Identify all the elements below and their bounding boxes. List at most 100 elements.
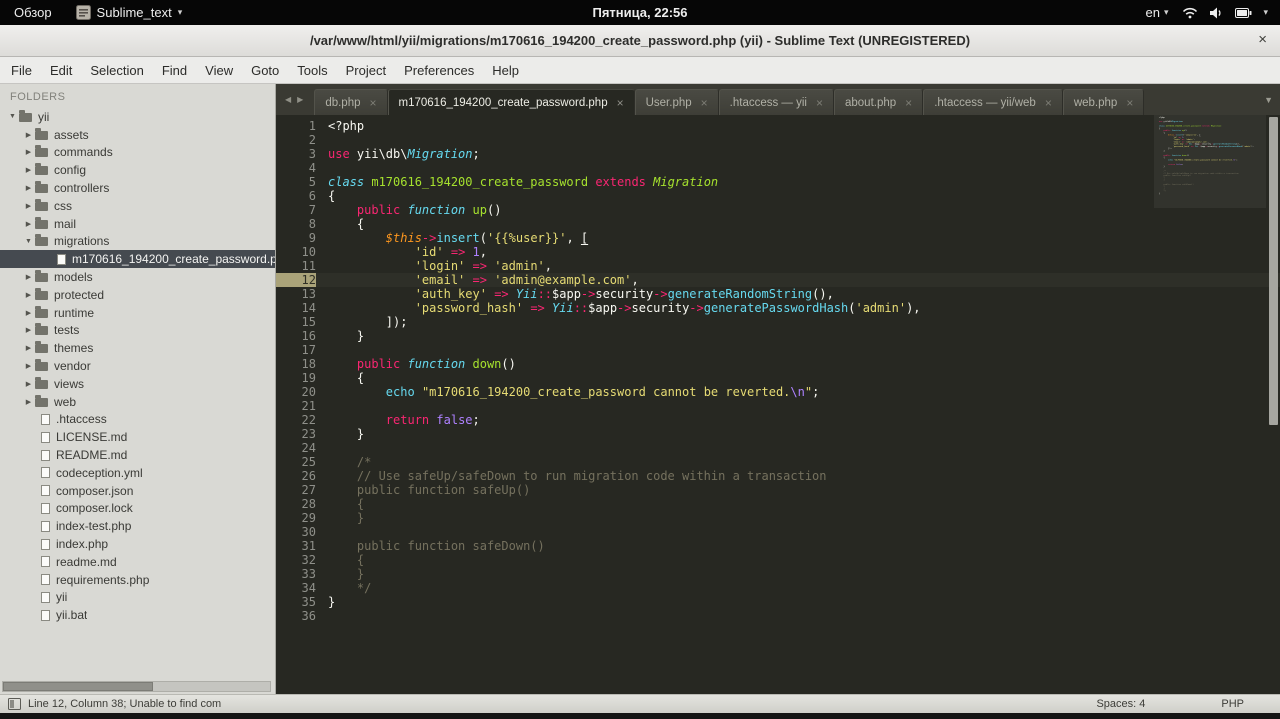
indentation-status[interactable]: Spaces: 4: [1096, 698, 1145, 710]
window-titlebar[interactable]: /var/www/html/yii/migrations/m170616_194…: [0, 25, 1280, 57]
clock[interactable]: Пятница, 22:56: [593, 5, 688, 20]
chevron-right-icon[interactable]: ▶: [22, 202, 35, 210]
code-line-23[interactable]: 23 }: [276, 427, 1280, 441]
sidebar-file-index-php[interactable]: index.php: [0, 535, 275, 553]
sidebar-file-composer-lock[interactable]: composer.lock: [0, 500, 275, 518]
code-line-6[interactable]: 6{: [276, 189, 1280, 203]
tab-db-php[interactable]: db.php ×: [314, 89, 388, 115]
sidebar-folder-models[interactable]: ▶ models: [0, 268, 275, 286]
sidebar-folder-mail[interactable]: ▶ mail: [0, 215, 275, 233]
code-line-26[interactable]: 26 // Use safeUp/safeDown to run migrati…: [276, 469, 1280, 483]
sidebar-folder-tests[interactable]: ▶ tests: [0, 322, 275, 340]
editor-vertical-scrollbar[interactable]: [1267, 115, 1280, 694]
tab-close-icon[interactable]: ×: [1126, 97, 1133, 109]
menu-file[interactable]: File: [2, 63, 41, 78]
code-line-15[interactable]: 15 ]);: [276, 315, 1280, 329]
sidebar-folder-views[interactable]: ▶ views: [0, 375, 275, 393]
code-line-12[interactable]: 12 'email' => 'admin@example.com',: [276, 273, 1280, 287]
minimap[interactable]: <?php use yii\db\Migration; class m170616_…: [1154, 115, 1266, 694]
code-line-27[interactable]: 27 public function safeUp(): [276, 483, 1280, 497]
chevron-down-icon[interactable]: ▾: [1263, 7, 1268, 18]
menu-goto[interactable]: Goto: [242, 63, 288, 78]
chevron-right-icon[interactable]: ▶: [22, 273, 35, 281]
code-area[interactable]: 1 <?php 2 3 use yii\db\Migration; 4 5 class m17…: [276, 115, 1280, 623]
sidebar-file-readme-md[interactable]: README.md: [0, 446, 275, 464]
tab-web-php[interactable]: web.php ×: [1062, 89, 1145, 115]
sidebar-file-yii-bat[interactable]: yii.bat: [0, 606, 275, 624]
chevron-right-icon[interactable]: ▶: [22, 309, 35, 317]
code-line-30[interactable]: 30: [276, 525, 1280, 539]
tab-close-icon[interactable]: ×: [701, 97, 708, 109]
code-line-16[interactable]: 16 }: [276, 329, 1280, 343]
sidebar-file-yii[interactable]: yii: [0, 589, 275, 607]
sidebar-file-readme-md[interactable]: readme.md: [0, 553, 275, 571]
sidebar-file-license-md[interactable]: LICENSE.md: [0, 428, 275, 446]
sidebar-file-codeception-yml[interactable]: codeception.yml: [0, 464, 275, 482]
scrollbar-handle[interactable]: [1269, 117, 1278, 425]
sidebar-folder-css[interactable]: ▶ css: [0, 197, 275, 215]
sidebar-file-composer-json[interactable]: composer.json: [0, 482, 275, 500]
sidebar-folder-runtime[interactable]: ▶ runtime: [0, 304, 275, 322]
menu-project[interactable]: Project: [337, 63, 395, 78]
menu-tools[interactable]: Tools: [288, 63, 336, 78]
tab-close-icon[interactable]: ×: [905, 97, 912, 109]
code-line-9[interactable]: 9 $this->insert('{{%user}}', [: [276, 231, 1280, 245]
chevron-right-icon[interactable]: ▶: [22, 380, 35, 388]
code-line-13[interactable]: 13 'auth_key' => Yii::$app->security->ge…: [276, 287, 1280, 301]
tab-scroll-right-icon[interactable]: ▶: [294, 95, 306, 104]
code-line-34[interactable]: 34 */: [276, 581, 1280, 595]
chevron-right-icon[interactable]: ▶: [22, 326, 35, 334]
code-line-24[interactable]: 24: [276, 441, 1280, 455]
sidebar-folder-web[interactable]: ▶ web: [0, 393, 275, 411]
chevron-right-icon[interactable]: ▶: [22, 166, 35, 174]
code-line-17[interactable]: 17: [276, 343, 1280, 357]
menu-help[interactable]: Help: [483, 63, 528, 78]
code-line-29[interactable]: 29 }: [276, 511, 1280, 525]
window-close-button[interactable]: ×: [1258, 31, 1267, 48]
editor[interactable]: 1 <?php 2 3 use yii\db\Migration; 4 5 class m17…: [276, 115, 1280, 694]
tab-htaccess-yii[interactable]: .htaccess — yii ×: [718, 89, 834, 115]
sidebar-folder-controllers[interactable]: ▶ controllers: [0, 179, 275, 197]
sidebar-folder-themes[interactable]: ▶ themes: [0, 339, 275, 357]
syntax-status[interactable]: PHP: [1221, 698, 1244, 710]
sidebar-folder-protected[interactable]: ▶ protected: [0, 286, 275, 304]
code-line-22[interactable]: 22 return false;: [276, 413, 1280, 427]
tab-scroll-left-icon[interactable]: ◀: [282, 95, 294, 104]
menu-selection[interactable]: Selection: [81, 63, 152, 78]
menu-find[interactable]: Find: [153, 63, 196, 78]
sidebar-folder-assets[interactable]: ▶ assets: [0, 126, 275, 144]
tab-close-icon[interactable]: ×: [1045, 97, 1052, 109]
tab-overflow-menu-icon[interactable]: ▼: [1264, 95, 1273, 105]
chevron-down-icon[interactable]: ▼: [22, 238, 35, 245]
code-line-20[interactable]: 20 echo "m170616_194200_create_password …: [276, 385, 1280, 399]
tab-close-icon[interactable]: ×: [617, 97, 624, 109]
code-line-36[interactable]: 36: [276, 609, 1280, 623]
sidebar-folder-config[interactable]: ▶ config: [0, 161, 275, 179]
activities-button[interactable]: Обзор: [10, 5, 56, 20]
code-line-21[interactable]: 21: [276, 399, 1280, 413]
wifi-icon[interactable]: [1182, 7, 1198, 19]
sidebar-file-index-test-php[interactable]: index-test.php: [0, 517, 275, 535]
code-line-11[interactable]: 11 'login' => 'admin',: [276, 259, 1280, 273]
sidebar-folder-vendor[interactable]: ▶ vendor: [0, 357, 275, 375]
sidebar-folder-migrations[interactable]: ▼ migrations: [0, 233, 275, 251]
menu-preferences[interactable]: Preferences: [395, 63, 483, 78]
chevron-right-icon[interactable]: ▶: [22, 362, 35, 370]
menu-view[interactable]: View: [196, 63, 242, 78]
tab-user-php[interactable]: User.php ×: [634, 89, 719, 115]
code-line-18[interactable]: 18 public function down(): [276, 357, 1280, 371]
chevron-right-icon[interactable]: ▶: [22, 184, 35, 192]
code-line-2[interactable]: 2: [276, 133, 1280, 147]
code-line-25[interactable]: 25 /*: [276, 455, 1280, 469]
sidebar-folder-yii[interactable]: ▼ yii: [0, 108, 275, 126]
app-indicator[interactable]: Sublime_text ▾: [75, 5, 182, 20]
code-line-4[interactable]: 4: [276, 161, 1280, 175]
volume-icon[interactable]: [1209, 7, 1224, 19]
code-line-5[interactable]: 5 class m170616_194200_create_password ex…: [276, 175, 1280, 189]
sidebar-file-htaccess[interactable]: .htaccess: [0, 411, 275, 429]
chevron-right-icon[interactable]: ▶: [22, 148, 35, 156]
chevron-right-icon[interactable]: ▶: [22, 344, 35, 352]
chevron-right-icon[interactable]: ▶: [22, 291, 35, 299]
scrollbar-handle[interactable]: [3, 682, 153, 691]
sidebar-file-requirements-php[interactable]: requirements.php: [0, 571, 275, 589]
